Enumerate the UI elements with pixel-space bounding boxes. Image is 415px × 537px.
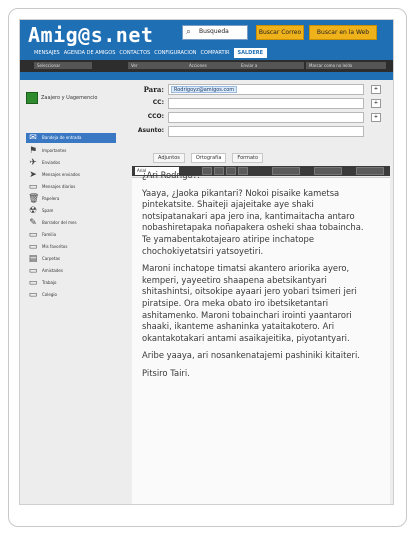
cc-field[interactable] xyxy=(168,98,364,109)
folders-icon: ▤ xyxy=(28,254,38,264)
bcc-field[interactable] xyxy=(168,112,364,123)
sidebar-item-label: Colegio xyxy=(42,292,57,297)
nav-item-mensajes[interactable]: MENSAJES xyxy=(34,48,60,58)
sidebar-item-label: Amistades xyxy=(42,268,63,273)
subbar-select[interactable]: Seleccionar xyxy=(34,62,92,69)
folder-icon: ▭ xyxy=(28,242,38,252)
to-label: Para: xyxy=(143,85,164,94)
sidebar-item[interactable]: ☢ Spam xyxy=(26,206,116,216)
search-input[interactable]: ⌕ Busqueda xyxy=(182,25,248,40)
compose-header: Para: Rodrigoyz@amigos.com + CC: + CCO: … xyxy=(130,84,386,144)
editor-tabs: Adjuntos Ortografía Formato xyxy=(153,153,264,163)
sidebar-item-label: Bandeja de entrada xyxy=(42,135,82,140)
subbar-view[interactable]: Ver xyxy=(128,62,186,69)
message-paragraph: ¿Ari Rodrigo?: xyxy=(142,170,200,180)
sidebar: Zaajero y Uagemencio ✉ Bandeja de entrada… xyxy=(20,80,120,504)
sidebar-item-label: Mensajes enviados xyxy=(42,172,80,177)
search-mail-button[interactable]: Buscar Correo xyxy=(256,25,304,40)
subject-label: Asunto: xyxy=(137,127,164,134)
main-nav: MENSAJES AGENDA DE AMIGOS CONTACTOS CONF… xyxy=(34,48,268,58)
sidebar-item[interactable]: ▭ Mensajes diarios xyxy=(26,182,116,192)
trash-icon: 🗑 xyxy=(28,194,40,204)
sidebar-item-label: Trabajo xyxy=(42,280,57,285)
sidebar-item[interactable]: ▤ Carpetas xyxy=(26,254,116,264)
sidebar-item[interactable]: ➤ Mensajes enviados xyxy=(26,170,116,180)
subject-field[interactable] xyxy=(168,126,364,137)
tab-format[interactable]: Formato xyxy=(232,153,264,163)
nav-item-agenda[interactable]: AGENDA DE AMIGOS xyxy=(64,48,116,58)
grid-icon xyxy=(26,92,38,104)
folder-icon: ▭ xyxy=(28,290,38,300)
bcc-label: CCO: xyxy=(147,113,164,120)
cc-label: CC: xyxy=(152,99,164,106)
subject-row: Asunto: xyxy=(130,126,386,137)
tab-attachments[interactable]: Adjuntos xyxy=(153,153,185,163)
sidebar-item[interactable]: ▭ Familia xyxy=(26,230,116,240)
bcc-add-button[interactable]: + xyxy=(371,113,381,122)
nav-item-configuracion[interactable]: CONFIGURACION xyxy=(154,48,196,58)
sidebar-account-label: Zaajero y Uagemencio xyxy=(41,95,98,101)
sidebar-item[interactable]: ✈ Enviados xyxy=(26,158,116,168)
flag-icon: ⚑ xyxy=(28,146,38,156)
nav-item-active[interactable]: SALDERE xyxy=(233,48,268,58)
sidebar-item-label: Importantes xyxy=(42,148,67,153)
sidebar-account[interactable]: Zaajero y Uagemencio xyxy=(26,92,112,104)
sidebar-item-label: Borrador del mes xyxy=(42,220,77,225)
sidebar-item-label: Carpetas xyxy=(42,256,60,261)
subbar-send-to[interactable]: Enviar a xyxy=(238,62,304,69)
sidebar-item[interactable]: ▭ Mis favoritos xyxy=(26,242,116,252)
tab-spelling[interactable]: Ortografía xyxy=(190,153,227,163)
recipient-token[interactable]: Rodrigoyz@amigos.com xyxy=(171,86,238,93)
to-row: Para: Rodrigoyz@amigos.com + xyxy=(130,84,386,95)
folder-icon: ▭ xyxy=(28,182,38,192)
subbar-actions[interactable]: Acciones xyxy=(186,62,238,69)
nav-item-contactos[interactable]: CONTACTOS xyxy=(119,48,150,58)
spam-icon: ☢ xyxy=(28,206,38,216)
send-icon: ✈ xyxy=(29,158,37,168)
bcc-row: CCO: + xyxy=(130,112,386,123)
sidebar-item-label: Familia xyxy=(42,232,57,237)
message-paragraph: Aribe yaaya, ari nosankenatajemi pashini… xyxy=(142,350,360,361)
search-icon: ⌕ xyxy=(186,27,192,37)
cc-add-button[interactable]: + xyxy=(371,99,381,108)
top-header: Amig@s.net ⌕ Busqueda Buscar Correo Busc… xyxy=(20,20,393,80)
search-web-button[interactable]: Buscar en la Web xyxy=(309,25,377,40)
search-value: Busqueda xyxy=(199,28,229,35)
folder-icon: ▭ xyxy=(28,230,38,240)
sidebar-item[interactable]: ▭ Amistades xyxy=(26,266,116,276)
message-body-text[interactable]: ¿Ari Rodrigo?: Yaaya, ¿Jaoka pikantari? … xyxy=(142,170,364,386)
subbar-mark-unread[interactable]: Marcar como no leído xyxy=(306,62,386,69)
sidebar-item-label: Spam xyxy=(42,208,54,213)
arrow-icon: ➤ xyxy=(29,170,37,180)
message-paragraph: Maroni inchatope timatsi akantero ariori… xyxy=(142,263,357,343)
message-paragraph: Pitsiro Tairi. xyxy=(142,367,190,378)
sidebar-item-label: Enviados xyxy=(42,160,61,165)
action-subbar: Seleccionar Ver Acciones Enviar a Marcar… xyxy=(20,60,393,72)
sidebar-item[interactable]: ▭ Trabajo xyxy=(26,278,116,288)
inbox-icon: ✉ xyxy=(29,133,37,143)
nav-item-compartir[interactable]: COMPARTIR xyxy=(201,48,230,58)
cc-row: CC: + xyxy=(130,98,386,109)
folder-icon: ▭ xyxy=(28,266,38,276)
message-paragraph: Yaaya, ¿Jaoka pikantari? Nokoi pisaike k… xyxy=(142,187,364,256)
sidebar-item[interactable]: ✉ Bandeja de entrada xyxy=(26,133,116,143)
to-add-button[interactable]: + xyxy=(371,85,381,94)
sidebar-item-label: Mis favoritos xyxy=(42,244,68,249)
sidebar-item-label: Mensajes diarios xyxy=(42,184,76,189)
sidebar-item[interactable]: ▭ Colegio xyxy=(26,290,116,300)
draft-icon: ✎ xyxy=(29,218,37,228)
sidebar-item[interactable]: ⚑ Importantes xyxy=(26,146,116,156)
sidebar-item[interactable]: ✎ Borrador del mes xyxy=(26,218,116,228)
sidebar-item-label: Papelera xyxy=(42,196,60,201)
sidebar-item[interactable]: 🗑 Papelera xyxy=(26,194,116,204)
site-logo[interactable]: Amig@s.net xyxy=(28,23,153,47)
folder-icon: ▭ xyxy=(28,278,38,288)
to-field[interactable]: Rodrigoyz@amigos.com xyxy=(168,84,364,95)
